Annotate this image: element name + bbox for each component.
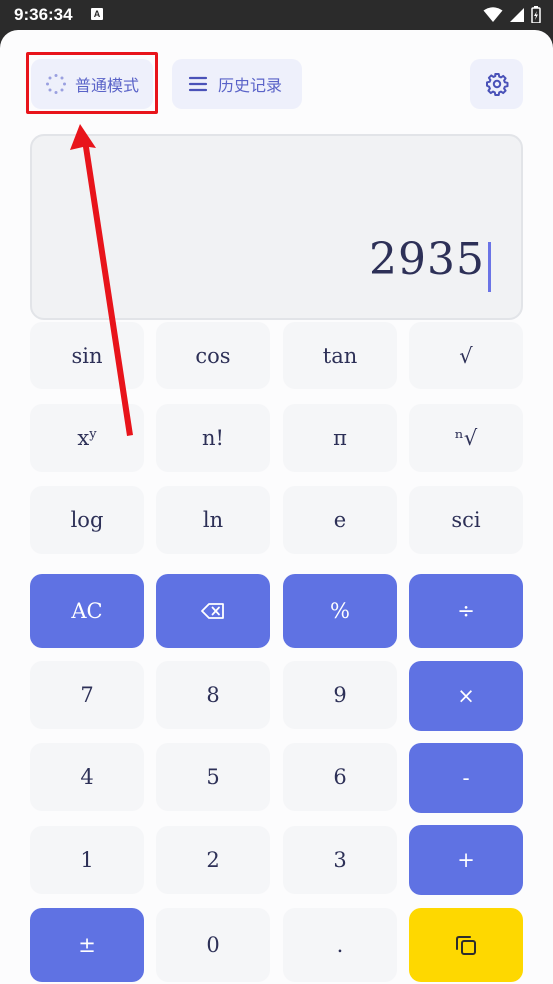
key-multiply[interactable]: × <box>409 661 523 731</box>
menu-icon <box>188 76 208 92</box>
key-4[interactable]: 4 <box>30 743 144 811</box>
key-sci[interactable]: sci <box>409 486 523 554</box>
key-backspace[interactable] <box>156 574 270 648</box>
key-sin[interactable]: sin <box>30 322 144 389</box>
highlight-box <box>26 52 158 114</box>
key-copy[interactable] <box>409 908 523 982</box>
key-5[interactable]: 5 <box>156 743 270 811</box>
key-plus-minus[interactable]: ± <box>30 908 144 982</box>
calculator-app: 普通模式 历史记录 2935 sin cos tan √ xy n! π ⁿ√ … <box>0 30 553 984</box>
key-sqrt[interactable]: √ <box>409 322 523 389</box>
copy-icon <box>456 936 476 955</box>
key-1[interactable]: 1 <box>30 826 144 894</box>
text-cursor <box>488 242 491 292</box>
key-ln[interactable]: ln <box>156 486 270 554</box>
signal-icon <box>510 7 524 22</box>
key-plus[interactable]: + <box>409 825 523 895</box>
key-divide[interactable]: ÷ <box>409 574 523 648</box>
status-time: 9:36:34 <box>14 5 73 24</box>
settings-button[interactable] <box>470 59 523 109</box>
key-9[interactable]: 9 <box>283 661 397 729</box>
key-minus[interactable]: - <box>409 743 523 813</box>
key-log[interactable]: log <box>30 486 144 554</box>
key-dot[interactable]: . <box>283 908 397 982</box>
power-base: x <box>77 426 90 450</box>
power-exponent: y <box>89 426 97 442</box>
battery-icon <box>531 6 541 23</box>
key-clear[interactable]: AC <box>30 574 144 648</box>
key-2[interactable]: 2 <box>156 826 270 894</box>
key-factorial[interactable]: n! <box>156 404 270 472</box>
history-button[interactable]: 历史记录 <box>172 59 302 109</box>
key-0[interactable]: 0 <box>156 908 270 982</box>
key-3[interactable]: 3 <box>283 826 397 894</box>
key-8[interactable]: 8 <box>156 661 270 729</box>
notification-icon: A <box>91 8 103 20</box>
status-bar: 9:36:34 A <box>0 0 553 30</box>
key-e[interactable]: e <box>283 486 397 554</box>
wifi-icon <box>483 6 503 22</box>
display-panel[interactable]: 2935 <box>30 134 523 320</box>
key-percent[interactable]: % <box>283 574 397 648</box>
key-tan[interactable]: tan <box>283 322 397 389</box>
key-cos[interactable]: cos <box>156 322 270 389</box>
gear-icon <box>485 73 508 96</box>
key-pi[interactable]: π <box>283 404 397 472</box>
key-6[interactable]: 6 <box>283 743 397 811</box>
status-icons <box>483 6 541 23</box>
display-value: 2935 <box>369 234 485 285</box>
key-power[interactable]: xy <box>30 404 144 472</box>
history-label: 历史记录 <box>218 76 283 95</box>
key-7[interactable]: 7 <box>30 661 144 729</box>
backspace-icon <box>201 603 224 619</box>
key-nth-root[interactable]: ⁿ√ <box>409 404 523 472</box>
